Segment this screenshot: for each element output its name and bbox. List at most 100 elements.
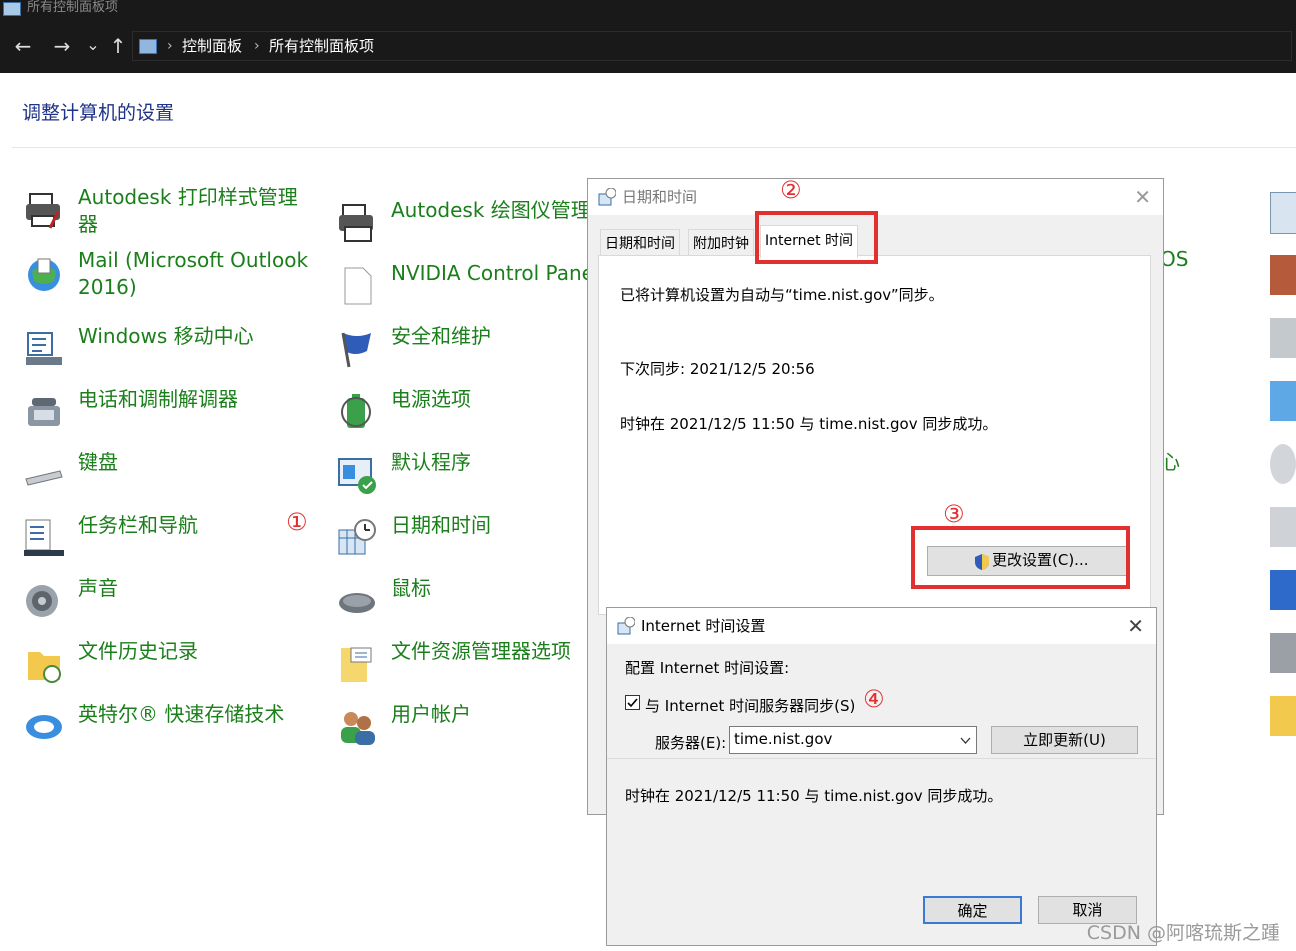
cp-item-label: 用户帐户	[391, 702, 471, 726]
cp-item-taskbar[interactable]: 任务栏和导航	[24, 512, 314, 568]
mail-globe-icon	[28, 258, 60, 291]
checkmark-icon	[627, 698, 638, 708]
cp-item-file-history[interactable]: 文件历史记录	[24, 638, 314, 694]
cp-item-sound[interactable]: 声音	[24, 575, 314, 631]
cp-item-windows-mobility[interactable]: Windows 移动中心	[24, 323, 314, 379]
cp-item-explorer-options[interactable]: 文件资源管理器选项	[337, 638, 597, 694]
window-title: 所有控制面板项	[27, 0, 119, 15]
annotation-marker-2: ②	[780, 176, 802, 204]
partial-icon[interactable]	[1270, 633, 1296, 673]
config-label: 配置 Internet 时间设置:	[625, 659, 790, 677]
last-sync-text: 时钟在 2021/12/5 11:50 与 time.nist.gov 同步成功…	[620, 415, 998, 433]
breadcrumb-control-panel[interactable]: 控制面板	[182, 32, 242, 60]
storage-icon[interactable]	[1270, 318, 1296, 358]
plotter-icon	[339, 204, 373, 242]
intel-storage-icon	[26, 715, 62, 739]
annotation-box	[911, 526, 1130, 589]
address-bar[interactable]: › 控制面板 › 所有控制面板项	[132, 31, 1292, 61]
window-titlebar: 所有控制面板项	[0, 0, 1296, 20]
cp-item-label: 文件历史记录	[78, 639, 198, 663]
cp-item-label: 文件资源管理器选项	[391, 639, 571, 663]
cp-item-label: 电源选项	[391, 387, 471, 411]
up-arrow-icon[interactable]: ↑	[105, 34, 131, 58]
control-panel-icon	[3, 2, 21, 16]
default-programs-icon	[338, 458, 376, 494]
cp-item-phone-modem[interactable]: 电话和调制解调器	[24, 386, 314, 442]
annotation-marker-4: ④	[863, 685, 885, 713]
next-sync-text: 下次同步: 2021/12/5 20:56	[620, 360, 815, 378]
chevron-right-icon: ›	[254, 38, 260, 54]
tab-date-time[interactable]: 日期和时间	[600, 229, 680, 258]
cp-item-partial-label: OS	[1160, 247, 1189, 271]
partial-icon[interactable]	[1270, 570, 1296, 610]
back-arrow-icon[interactable]: ←	[10, 34, 36, 58]
control-panel-icon	[139, 39, 157, 54]
laptop-checklist-icon	[26, 332, 62, 365]
dialog-titlebar: 日期和时间 ✕	[588, 179, 1163, 215]
annotation-marker-3: ③	[943, 500, 965, 528]
sync-checkbox-label[interactable]: 与 Internet 时间服务器同步(S)	[645, 695, 855, 716]
cp-item-label: 默认程序	[391, 450, 471, 474]
server-value: time.nist.gov	[734, 730, 833, 748]
annotation-marker-1: ①	[286, 508, 308, 536]
divider	[607, 758, 1156, 759]
watermark: CSDN @阿喀琉斯之踵	[1086, 922, 1280, 944]
calendar-clock-icon	[338, 519, 376, 555]
cp-item-security-maintenance[interactable]: 安全和维护	[337, 323, 597, 379]
cp-item-label: 鼠标	[391, 576, 431, 600]
taskbar-icon	[24, 519, 64, 556]
chevron-right-icon: ›	[167, 38, 173, 54]
cp-item-autodesk-print-style[interactable]: Autodesk 打印样式管理器	[24, 184, 314, 240]
breadcrumb-all-items[interactable]: 所有控制面板项	[269, 32, 374, 60]
users-icon	[341, 712, 375, 745]
sync-info-text: 已将计算机设置为自动与“time.nist.gov”同步。	[620, 286, 944, 304]
cp-item-power-options[interactable]: 电源选项	[337, 386, 597, 442]
cp-item-date-time[interactable]: 日期和时间	[337, 512, 597, 568]
cp-item-label: Windows 移动中心	[78, 324, 254, 348]
cp-item-intel-rst[interactable]: 英特尔® 快速存储技术	[24, 701, 314, 757]
recent-dropdown-icon[interactable]: ⌄	[80, 35, 106, 54]
keyboard-icon	[25, 470, 63, 486]
internet-time-settings-dialog: Internet 时间设置 ✕ 配置 Internet 时间设置: 与 Inte…	[606, 607, 1157, 946]
mouse-icon	[339, 593, 375, 613]
navigation-bar: ← → ⌄ ↑ › 控制面板 › 所有控制面板项	[0, 20, 1296, 73]
tab-additional-clocks[interactable]: 附加时钟	[688, 229, 754, 258]
cp-item-label: 任务栏和导航	[78, 513, 198, 537]
tab-internet-time[interactable]: Internet 时间	[760, 225, 859, 258]
cp-item-keyboard[interactable]: 键盘	[24, 449, 314, 505]
divider	[12, 147, 1296, 148]
update-now-button[interactable]: 立即更新(U)	[991, 726, 1138, 754]
cp-item-label: NVIDIA Control Pane	[391, 261, 594, 285]
server-combobox[interactable]: time.nist.gov	[729, 726, 977, 754]
folder-clock-icon	[28, 652, 61, 683]
partial-icon[interactable]	[1270, 192, 1296, 234]
forward-arrow-icon[interactable]: →	[49, 34, 75, 58]
printer-icon	[26, 193, 60, 229]
partial-icon[interactable]	[1270, 507, 1296, 547]
cp-item-label: Autodesk 绘图仪管理	[391, 198, 591, 222]
firewall-icon[interactable]	[1270, 255, 1296, 295]
folder-icon[interactable]	[1270, 696, 1296, 736]
cp-item-nvidia[interactable]: NVIDIA Control Pane	[337, 260, 597, 316]
cp-item-label: 声音	[78, 576, 118, 600]
cp-item-mail[interactable]: Mail (Microsoft Outlook 2016)	[24, 247, 314, 303]
cp-item-label: 键盘	[78, 450, 118, 474]
cp-item-label: 日期和时间	[391, 513, 491, 537]
battery-icon	[341, 394, 371, 428]
dialog-titlebar: Internet 时间设置 ✕	[607, 608, 1156, 644]
close-icon[interactable]: ✕	[1127, 608, 1144, 644]
ok-button[interactable]: 确定	[923, 896, 1022, 924]
cp-item-default-programs[interactable]: 默认程序	[337, 449, 597, 505]
flag-icon	[341, 332, 371, 368]
cp-item-mouse[interactable]: 鼠标	[337, 575, 597, 631]
date-time-icon	[617, 617, 635, 635]
dialog-title: 日期和时间	[622, 188, 698, 206]
sync-checkbox[interactable]	[625, 695, 640, 710]
cp-item-label: 安全和维护	[391, 324, 491, 348]
document-icon	[344, 267, 372, 305]
close-icon[interactable]: ✕	[1134, 179, 1151, 215]
cp-item-autodesk-plotter[interactable]: Autodesk 绘图仪管理	[337, 197, 597, 253]
cp-item-user-accounts[interactable]: 用户帐户	[337, 701, 597, 757]
globe-icon[interactable]	[1270, 444, 1296, 484]
partial-icon[interactable]	[1270, 381, 1296, 421]
